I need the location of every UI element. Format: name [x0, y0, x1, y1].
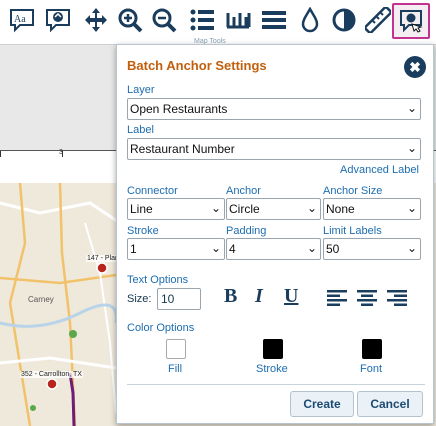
anchor-size-select-value: None — [326, 202, 355, 216]
connector-label: Connector — [127, 185, 178, 197]
font-size-input[interactable]: 10 — [157, 288, 201, 310]
dialog-title: Batch Anchor Settings — [127, 58, 267, 73]
chevron-down-icon: ⌄ — [406, 141, 417, 155]
connector-select[interactable]: Line ⌄ — [127, 198, 225, 220]
bold-button[interactable]: B — [224, 285, 237, 308]
limit-labels-select-value: 50 — [326, 242, 340, 256]
create-button[interactable]: Create — [290, 391, 354, 417]
batch-anchor-settings-dialog: Batch Anchor Settings ✖ Layer Open Resta… — [116, 44, 434, 424]
label-label: Label — [127, 124, 154, 136]
water-drop-icon[interactable] — [294, 4, 326, 36]
layer-label: Layer — [127, 84, 155, 96]
chevron-down-icon: ⌄ — [210, 241, 221, 255]
label-select-value: Restaurant Number — [130, 142, 235, 156]
connector-select-value: Line — [130, 202, 153, 216]
size-label: Size: — [127, 293, 152, 305]
map-place-label: Carney — [28, 295, 54, 304]
align-center-icon[interactable] — [357, 289, 377, 307]
align-right-icon[interactable] — [387, 289, 407, 307]
chevron-down-icon: ⌄ — [406, 201, 417, 215]
chevron-down-icon: ⌄ — [306, 241, 317, 255]
stroke-color-label: Stroke — [256, 363, 288, 375]
underline-button[interactable]: U — [284, 285, 298, 308]
stroke-select-value: 1 — [130, 242, 137, 256]
italic-button[interactable]: I — [255, 285, 263, 308]
fill-color-swatch[interactable] — [166, 339, 186, 359]
anchor-size-label: Anchor Size — [323, 185, 383, 197]
padding-select-value: 4 — [229, 242, 236, 256]
anchor-select[interactable]: Circle ⌄ — [226, 198, 321, 220]
label-select[interactable]: Restaurant Number ⌄ — [127, 138, 421, 160]
dialog-divider — [127, 384, 425, 385]
font-color-swatch[interactable] — [362, 339, 382, 359]
text-options-heading: Text Options — [127, 274, 189, 286]
limit-labels-select[interactable]: 50 ⌄ — [323, 238, 421, 260]
advanced-label-link[interactable]: Advanced Label — [340, 164, 419, 176]
padding-label: Padding — [226, 225, 267, 237]
contrast-icon[interactable] — [328, 4, 360, 36]
chevron-down-icon: ⌄ — [406, 101, 417, 115]
ruler-tick-label: 3 — [59, 149, 63, 156]
limit-labels-label: Limit Labels — [323, 225, 382, 237]
text-label-icon[interactable]: Aa — [6, 4, 38, 36]
align-left-icon[interactable] — [327, 289, 347, 307]
pan-move-icon[interactable] — [80, 4, 112, 36]
scale-ruler-icon[interactable] — [222, 4, 254, 36]
batch-anchor-button[interactable] — [392, 3, 430, 39]
list-icon[interactable] — [186, 4, 218, 36]
chevron-down-icon: ⌄ — [406, 241, 417, 255]
anchor-select-value: Circle — [229, 202, 260, 216]
chevron-down-icon: ⌄ — [210, 201, 221, 215]
font-color-label: Font — [360, 363, 383, 375]
stroke-color-swatch[interactable] — [263, 339, 283, 359]
zoom-out-icon[interactable] — [148, 4, 180, 36]
cancel-button[interactable]: Cancel — [357, 391, 423, 417]
svg-text:Aa: Aa — [14, 14, 26, 25]
anchor-size-select[interactable]: None ⌄ — [323, 198, 421, 220]
stroke-select[interactable]: 1 ⌄ — [127, 238, 225, 260]
fill-color-label: Fill — [168, 363, 183, 375]
close-icon[interactable]: ✖ — [404, 56, 426, 78]
padding-select[interactable]: 4 ⌄ — [226, 238, 321, 260]
stroke-label: Stroke — [127, 225, 159, 237]
anchor-label: Anchor — [226, 185, 261, 197]
map-toolbar: Aa Map Tools — [0, 0, 436, 45]
map-pin-label-icon[interactable] — [42, 4, 74, 36]
layer-select-value: Open Restaurants — [130, 102, 228, 116]
chevron-down-icon: ⌄ — [306, 201, 317, 215]
hamburger-lines-icon[interactable] — [258, 4, 290, 36]
map-pin-label: 352 - Carrollton, TX — [20, 371, 83, 378]
layer-select[interactable]: Open Restaurants ⌄ — [127, 98, 421, 120]
measure-ruler-icon[interactable] — [362, 4, 394, 36]
zoom-in-icon[interactable] — [114, 4, 146, 36]
color-options-heading: Color Options — [127, 322, 195, 334]
